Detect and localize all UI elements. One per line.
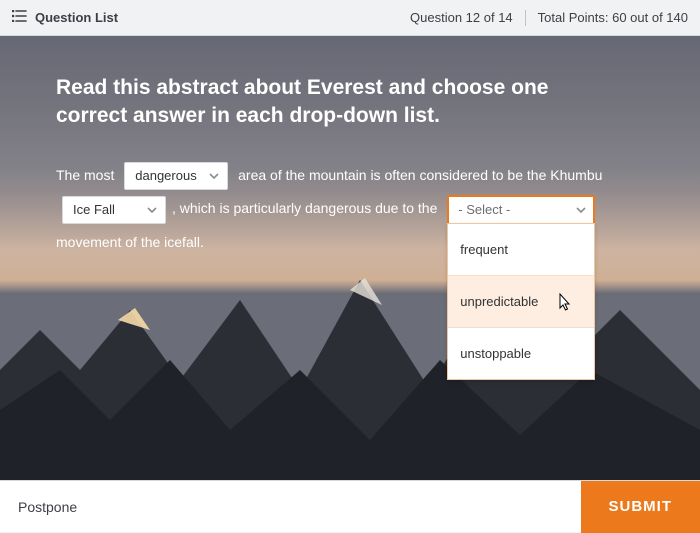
question-counter: Question 12 of 14 — [410, 10, 513, 25]
passage: The most dangerous area of the mountain … — [56, 159, 616, 260]
meta-divider — [525, 10, 526, 26]
dropdown-3-menu: frequent unpredictable unstoppable — [447, 223, 595, 381]
question-list-link[interactable]: Question List — [12, 10, 118, 25]
dropdown-option-frequent[interactable]: frequent — [448, 224, 594, 276]
list-icon — [12, 10, 27, 25]
topbar-meta: Question 12 of 14 Total Points: 60 out o… — [410, 10, 688, 26]
chevron-down-icon — [147, 207, 157, 213]
question-content: Read this abstract about Everest and cho… — [0, 36, 700, 280]
submit-button[interactable]: SUBMIT — [581, 481, 700, 533]
dropdown-1[interactable]: dangerous — [124, 162, 228, 190]
postpone-link[interactable]: Postpone — [18, 499, 77, 515]
question-stage: Read this abstract about Everest and cho… — [0, 36, 700, 480]
dropdown-1-value: dangerous — [135, 160, 196, 191]
passage-text: area of the mountain is often — [238, 167, 415, 183]
option-label: unstoppable — [460, 346, 531, 361]
passage-text: movement of the icefall. — [56, 234, 204, 250]
topbar: Question List Question 12 of 14 Total Po… — [0, 0, 700, 36]
dropdown-option-unstoppable[interactable]: unstoppable — [448, 328, 594, 379]
passage-text: , which is — [172, 200, 230, 216]
question-prompt: Read this abstract about Everest and cho… — [56, 74, 576, 131]
footer: Postpone SUBMIT — [0, 480, 700, 532]
dropdown-2-value: Ice Fall — [73, 194, 115, 225]
option-label: frequent — [460, 242, 508, 257]
cursor-icon — [554, 293, 572, 313]
dropdown-option-unpredictable[interactable]: unpredictable — [448, 276, 594, 328]
option-label: unpredictable — [460, 294, 538, 309]
question-list-label: Question List — [35, 10, 118, 25]
dropdown-3-placeholder: - Select - — [458, 194, 510, 225]
passage-text: considered to be the Khumbu — [419, 167, 602, 183]
chevron-down-icon — [209, 173, 219, 179]
passage-text: The most — [56, 167, 114, 183]
dropdown-2[interactable]: Ice Fall — [62, 196, 166, 224]
passage-text: particularly dangerous due to the — [233, 200, 437, 216]
dropdown-3[interactable]: - Select - — [447, 195, 595, 225]
chevron-down-icon — [576, 207, 586, 213]
points-counter: Total Points: 60 out of 140 — [538, 10, 688, 25]
